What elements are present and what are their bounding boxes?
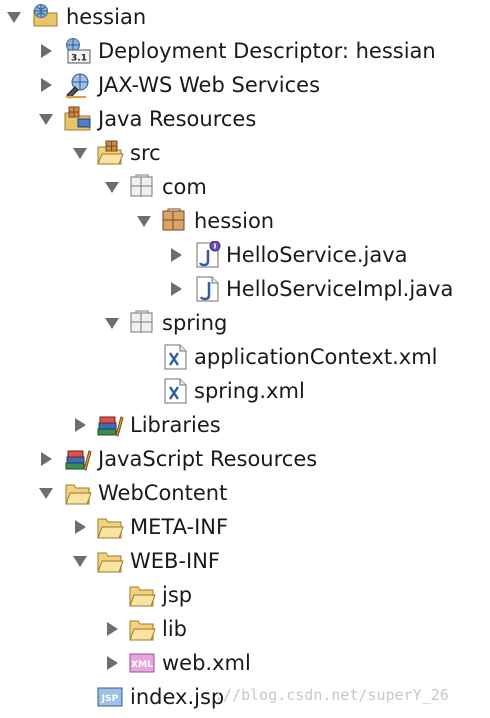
expand-arrow-icon[interactable] xyxy=(168,281,184,297)
tree-item-webcontent[interactable]: WebContent xyxy=(0,476,490,510)
folder-icon xyxy=(128,615,156,643)
tree-item-lib[interactable]: lib xyxy=(0,612,490,646)
collapse-arrow-icon[interactable] xyxy=(136,213,152,229)
tree-item-web-xml[interactable]: XML web.xml xyxy=(0,646,490,680)
tree-item-partial xyxy=(30,712,60,718)
tree-item-label: META-INF xyxy=(130,515,229,539)
tree-item-java-resources[interactable]: Java Resources xyxy=(0,102,490,136)
tree-item-hession[interactable]: hession xyxy=(0,204,490,238)
deployment-descriptor-icon: 3.1 xyxy=(64,37,92,65)
tree-item-hessian[interactable]: hessian xyxy=(0,0,490,34)
libraries-icon xyxy=(64,445,92,473)
collapse-arrow-icon[interactable] xyxy=(38,111,54,127)
xml-file-icon xyxy=(162,343,190,371)
tree-item-spring-xml[interactable]: spring.xml xyxy=(0,374,490,408)
tree-item-label: spring.xml xyxy=(194,379,305,403)
tree-item-label: src xyxy=(130,141,161,165)
package-icon xyxy=(128,309,156,337)
xml-file-icon xyxy=(162,377,190,405)
project-explorer-tree: hessian 3.1 Deployment Descriptor: hessi… xyxy=(0,0,490,718)
tree-item-label: com xyxy=(162,175,207,199)
java-resources-icon xyxy=(64,105,92,133)
expand-arrow-icon[interactable] xyxy=(104,621,120,637)
expand-arrow-icon[interactable] xyxy=(72,417,88,433)
tree-item-meta-inf[interactable]: META-INF xyxy=(0,510,490,544)
watermark: ://blog.csdn.net/superY_26 xyxy=(214,686,449,704)
expand-arrow-icon[interactable] xyxy=(72,519,88,535)
tree-item-label: HelloServiceImpl.java xyxy=(226,277,454,301)
tree-item-label: hessian xyxy=(66,5,147,29)
tree-item-jax-ws-web-services[interactable]: JAX-WS Web Services xyxy=(0,68,490,102)
tree-item-label: applicationContext.xml xyxy=(194,345,438,369)
collapse-arrow-icon[interactable] xyxy=(6,9,22,25)
web-services-icon xyxy=(64,71,92,99)
tree-item-label: JavaScript Resources xyxy=(98,447,318,471)
web-xml-icon: XML xyxy=(128,649,156,677)
folder-icon xyxy=(96,513,124,541)
expand-arrow-icon[interactable] xyxy=(38,451,54,467)
expand-arrow-icon[interactable] xyxy=(38,43,54,59)
tree-item-label: WebContent xyxy=(98,481,228,505)
tree-item-label: Deployment Descriptor: hessian xyxy=(98,39,436,63)
version-badge-text: 3.1 xyxy=(71,54,87,64)
collapse-arrow-icon[interactable] xyxy=(72,145,88,161)
package-icon xyxy=(160,207,188,235)
jsp-badge-text: JSP xyxy=(101,694,119,704)
xml-badge-text: XML xyxy=(131,660,153,670)
tree-item-label: HelloService.java xyxy=(226,243,408,267)
tree-item-com[interactable]: com xyxy=(0,170,490,204)
tree-item-applicationcontext-xml[interactable]: applicationContext.xml xyxy=(0,340,490,374)
tree-item-label: hession xyxy=(194,209,275,233)
java-class-icon xyxy=(194,275,222,303)
collapse-arrow-icon[interactable] xyxy=(72,553,88,569)
tree-item-jsp-folder[interactable]: jsp xyxy=(0,578,490,612)
tree-item-helloservice-java[interactable]: HelloService.java xyxy=(0,238,490,272)
tree-item-label: JAX-WS Web Services xyxy=(98,73,321,97)
collapse-arrow-icon[interactable] xyxy=(104,179,120,195)
expand-arrow-icon[interactable] xyxy=(168,247,184,263)
tree-item-label: Java Resources xyxy=(98,107,257,131)
package-icon xyxy=(128,173,156,201)
tree-item-libraries[interactable]: Libraries xyxy=(0,408,490,442)
tree-item-label: spring xyxy=(162,311,228,335)
tree-item-spring[interactable]: spring xyxy=(0,306,490,340)
tree-item-label: jsp xyxy=(162,583,193,607)
folder-icon xyxy=(96,547,124,575)
collapse-arrow-icon[interactable] xyxy=(38,485,54,501)
tree-item-label: index.jsp xyxy=(130,685,225,709)
java-interface-icon xyxy=(194,241,222,269)
tree-item-label: lib xyxy=(162,617,187,641)
web-project-icon xyxy=(32,3,60,31)
tree-item-helloserviceimpl-java[interactable]: HelloServiceImpl.java xyxy=(0,272,490,306)
tree-item-label: web.xml xyxy=(162,651,251,675)
jsp-file-icon: JSP xyxy=(96,683,124,711)
tree-item-label: Libraries xyxy=(130,413,221,437)
folder-icon xyxy=(128,581,156,609)
collapse-arrow-icon[interactable] xyxy=(104,315,120,331)
expand-arrow-icon[interactable] xyxy=(38,77,54,93)
tree-item-label: WEB-INF xyxy=(130,549,220,573)
libraries-icon xyxy=(96,411,124,439)
tree-item-web-inf[interactable]: WEB-INF xyxy=(0,544,490,578)
expand-arrow-icon[interactable] xyxy=(104,655,120,671)
folder-icon xyxy=(64,479,92,507)
tree-item-src[interactable]: src xyxy=(0,136,490,170)
source-folder-icon xyxy=(96,139,124,167)
tree-item-javascript-resources[interactable]: JavaScript Resources xyxy=(0,442,490,476)
tree-item-deployment-descriptor[interactable]: 3.1 Deployment Descriptor: hessian xyxy=(0,34,490,68)
